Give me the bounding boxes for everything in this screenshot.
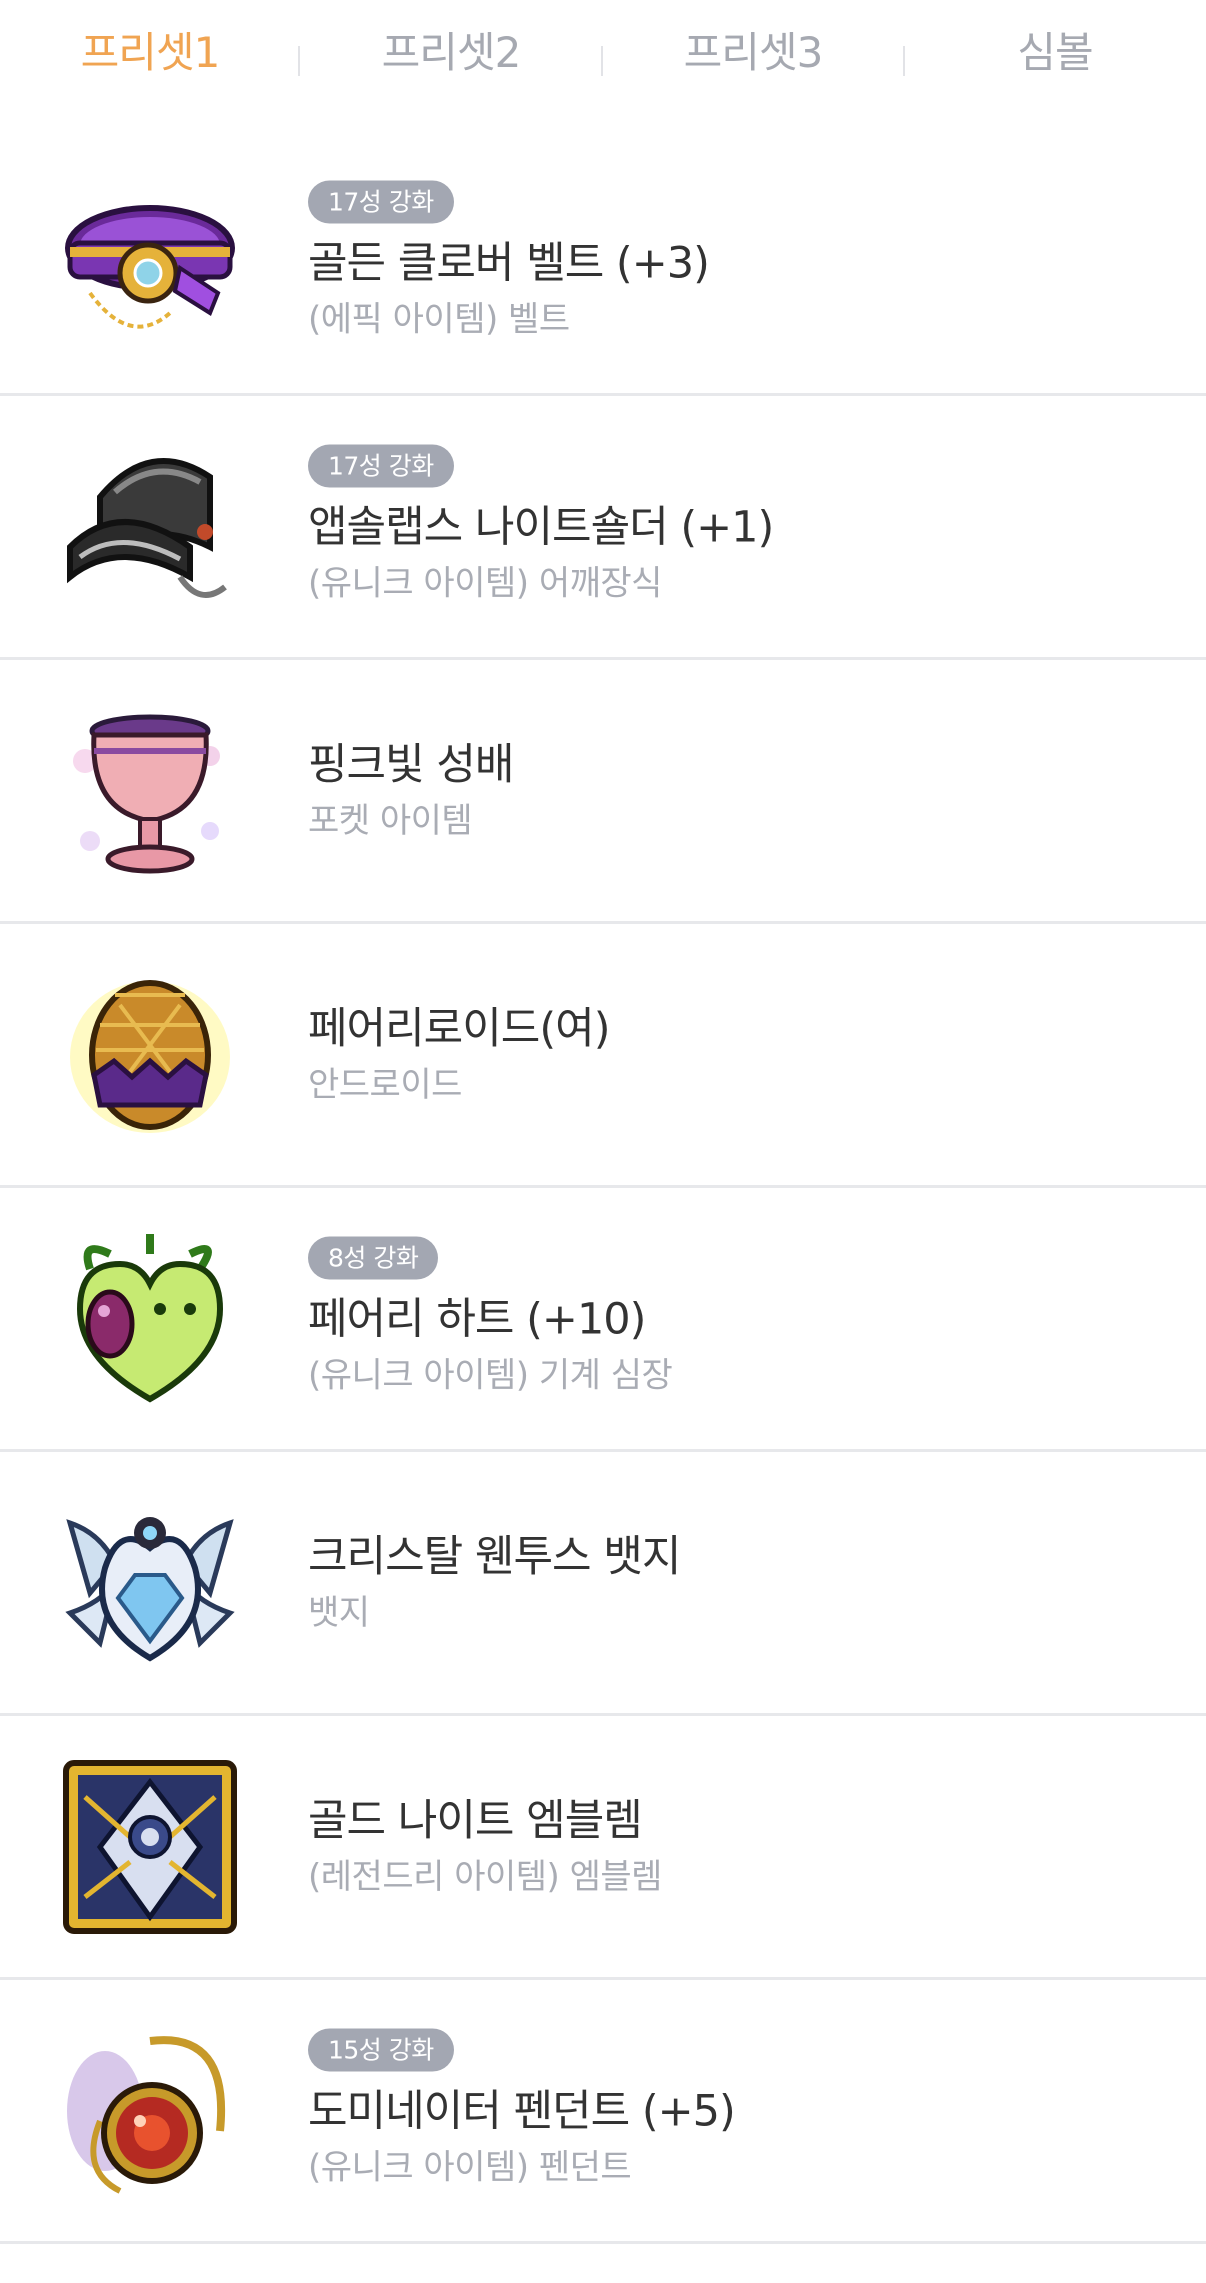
item-type: (에픽 아이템) 벨트 (308, 299, 570, 339)
tab-divider (298, 46, 300, 76)
shoulder-icon (60, 437, 240, 617)
item-name: 골드 나이트 엠블렘 (308, 1795, 643, 1846)
egg-icon (60, 965, 240, 1145)
item-type: 뱃지 (308, 1592, 370, 1633)
tab-preset-2[interactable]: 프리셋2 (301, 26, 601, 81)
equipment-item[interactable]: 15성 강화 도미네이터 펜던트 (+5) (유니크 아이템) 펜던트 (0, 1980, 1206, 2244)
item-name: 도미네이터 펜던트 (+5) (308, 2086, 736, 2136)
enhance-badge: 15성 강화 (308, 2028, 454, 2071)
emblem-icon (60, 1757, 240, 1937)
belt-icon (60, 173, 240, 353)
equipment-list: 17성 강화 골든 클로버 벨트 (+3) (에픽 아이템) 벨트 17성 강화… (0, 132, 1206, 2244)
pendant-icon (60, 2021, 240, 2201)
equipment-item[interactable]: 크리스탈 웬투스 뱃지 뱃지 (0, 1452, 1206, 1716)
equipment-item[interactable]: 17성 강화 앱솔랩스 나이트숄더 (+1) (유니크 아이템) 어깨장식 (0, 396, 1206, 660)
equipment-item[interactable]: 핑크빛 성배 포켓 아이템 (0, 660, 1206, 924)
heart-icon (60, 1229, 240, 1409)
item-type: 안드로이드 (308, 1064, 462, 1105)
item-type: (레전드리 아이템) 엠블렘 (308, 1856, 662, 1897)
equipment-item[interactable]: 17성 강화 골든 클로버 벨트 (+3) (에픽 아이템) 벨트 (0, 132, 1206, 396)
badge-icon (60, 1493, 240, 1673)
equipment-item[interactable]: 8성 강화 페어리 하트 (+10) (유니크 아이템) 기계 심장 (0, 1188, 1206, 1452)
enhance-badge: 17성 강화 (308, 180, 454, 223)
item-type: (유니크 아이템) 어깨장식 (308, 563, 662, 603)
item-type: 포켓 아이템 (308, 800, 473, 841)
item-name: 골든 클로버 벨트 (+3) (308, 238, 710, 288)
preset-tabs: 프리셋1 프리셋2 프리셋3 심볼 (0, 0, 1206, 122)
tab-preset-3[interactable]: 프리셋3 (603, 26, 903, 81)
tab-preset-1[interactable]: 프리셋1 (0, 26, 300, 81)
enhance-badge: 17성 강화 (308, 444, 454, 487)
item-name: 핑크빛 성배 (308, 739, 514, 790)
equipment-item[interactable]: 페어리로이드(여) 안드로이드 (0, 924, 1206, 1188)
item-type: (유니크 아이템) 기계 심장 (308, 1355, 673, 1395)
enhance-badge: 8성 강화 (308, 1236, 439, 1279)
tab-symbol[interactable]: 심볼 (905, 26, 1205, 81)
item-type: (유니크 아이템) 펜던트 (308, 2147, 632, 2187)
item-name: 페어리 하트 (+10) (308, 1294, 646, 1344)
item-name: 앱솔랩스 나이트숄더 (+1) (308, 502, 774, 552)
item-name: 크리스탈 웬투스 뱃지 (308, 1531, 681, 1582)
chalice-icon (60, 701, 240, 881)
item-name: 페어리로이드(여) (308, 1003, 610, 1054)
equipment-item[interactable]: 골드 나이트 엠블렘 (레전드리 아이템) 엠블렘 (0, 1716, 1206, 1980)
